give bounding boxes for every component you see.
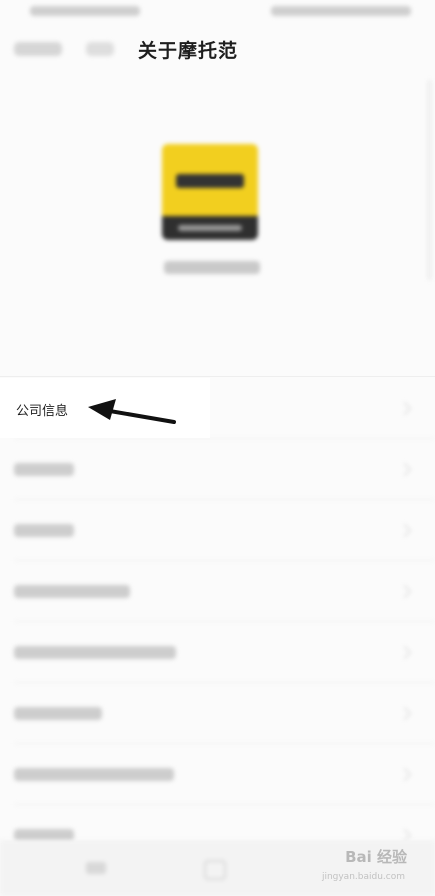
- nav-bar: 关于摩托范: [0, 28, 435, 74]
- divider: [0, 376, 435, 377]
- list-item[interactable]: [0, 683, 435, 744]
- list-item[interactable]: [0, 439, 435, 500]
- list-item[interactable]: [0, 622, 435, 683]
- watermark: Bai 经验: [345, 848, 407, 866]
- chevron-right-icon: [398, 646, 411, 659]
- logo-wordmark: [176, 174, 244, 188]
- chevron-right-icon: [398, 524, 411, 537]
- chevron-right-icon: [398, 463, 411, 476]
- list-item[interactable]: [0, 744, 435, 805]
- list-item[interactable]: [0, 561, 435, 622]
- list-item-label: [14, 463, 74, 476]
- menu-icon[interactable]: [86, 862, 106, 874]
- page-title: 关于摩托范: [138, 40, 239, 62]
- list-item-label: [14, 585, 130, 598]
- motofan-logo: [162, 144, 258, 240]
- pointer-arrow-icon: [88, 399, 176, 424]
- chevron-right-icon: [398, 585, 411, 598]
- list-item-label: [14, 768, 174, 781]
- list-item-label: [14, 707, 102, 720]
- list-item-label: [14, 646, 176, 659]
- home-icon[interactable]: [204, 860, 226, 880]
- back-icon[interactable]: [14, 42, 62, 56]
- scrollbar[interactable]: [428, 80, 431, 280]
- list-item[interactable]: [0, 500, 435, 561]
- logo-tagline: [178, 225, 242, 231]
- status-time-network: [30, 6, 140, 16]
- watermark-url: jingyan.baidu.com: [321, 872, 405, 882]
- chevron-right-icon: [398, 707, 411, 720]
- close-icon[interactable]: [86, 42, 114, 56]
- chevron-right-icon: [398, 768, 411, 781]
- version-label: [164, 261, 260, 274]
- list-item-label: [14, 524, 74, 537]
- status-bar: [0, 0, 435, 28]
- status-battery-signal: [271, 6, 411, 16]
- logo-band: [162, 216, 258, 240]
- list-item-label[interactable]: 公司信息: [16, 400, 68, 419]
- chevron-right-icon: [398, 402, 411, 415]
